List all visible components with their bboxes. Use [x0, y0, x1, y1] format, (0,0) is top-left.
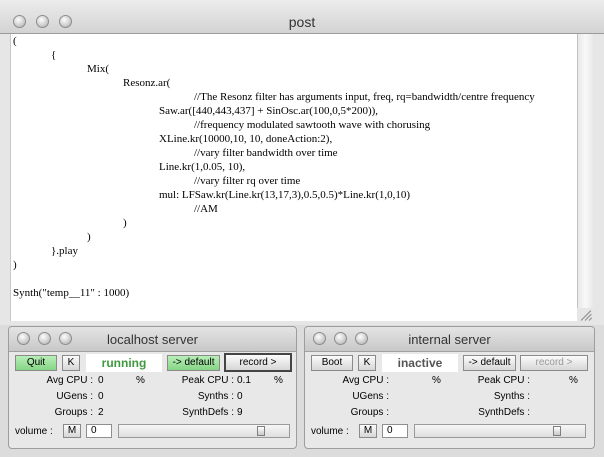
- peak-cpu-unit: %: [569, 375, 578, 386]
- synthdefs-label: SynthDefs :: [478, 407, 530, 418]
- post-titlebar[interactable]: post: [0, 0, 604, 34]
- code-line: Line.kr(1,0.05, 10),: [159, 161, 246, 173]
- code-comment: //AM: [194, 203, 218, 215]
- panel-title: internal server: [408, 332, 491, 347]
- record-button[interactable]: record >: [224, 353, 292, 372]
- internal-titlebar[interactable]: internal server: [305, 327, 594, 352]
- code-comment: //vary filter rq over time: [194, 175, 301, 187]
- code-line: Saw.ar([440,443,437] + SinOsc.ar(100,0,5…: [159, 105, 379, 117]
- status-indicator: inactive: [382, 354, 458, 372]
- groups-value: 2: [98, 407, 104, 418]
- code-line: Synth("temp__11" : 1000): [13, 287, 130, 299]
- code-line: {: [51, 49, 57, 61]
- resize-grip-icon[interactable]: [578, 307, 593, 321]
- code-comment: //frequency modulated sawtooth wave with…: [194, 119, 431, 131]
- code-comment: //vary filter bandwidth over time: [194, 147, 338, 159]
- record-button[interactable]: record >: [520, 355, 588, 371]
- code-line: ): [87, 231, 91, 243]
- code-line: ): [13, 259, 17, 271]
- avg-cpu-unit: %: [432, 375, 441, 386]
- groups-label: Groups :: [350, 407, 389, 418]
- volume-slider[interactable]: [414, 424, 586, 438]
- default-button[interactable]: -> default: [463, 355, 516, 371]
- avg-cpu-unit: %: [136, 375, 145, 386]
- boot-button[interactable]: Boot: [311, 355, 353, 371]
- synths-label: Synths :: [493, 391, 530, 402]
- default-button[interactable]: -> default: [167, 355, 220, 371]
- peak-cpu-label: Peak CPU :: [181, 375, 234, 386]
- panel-title: localhost server: [106, 332, 199, 347]
- avg-cpu-value: 0: [98, 375, 104, 386]
- localhost-server-panel: localhost server Quit K running -> defau…: [8, 326, 297, 449]
- localhost-titlebar[interactable]: localhost server: [9, 327, 296, 352]
- ugens-label: UGens :: [56, 391, 93, 402]
- peak-cpu-unit: %: [274, 375, 283, 386]
- synths-label: Synths :: [197, 391, 234, 402]
- status-indicator: running: [86, 354, 162, 372]
- volume-field[interactable]: 0: [86, 424, 112, 438]
- code-line: ): [123, 217, 127, 229]
- volume-field[interactable]: 0: [382, 424, 408, 438]
- volume-slider-thumb[interactable]: [553, 426, 561, 436]
- post-text-area[interactable]: ( { Mix( Resonz.ar( //The Resonz filter …: [10, 34, 577, 321]
- code-line: XLine.kr(10000,10, 10, doneAction:2),: [159, 133, 333, 145]
- synthdefs-label: SynthDefs :: [182, 407, 234, 418]
- quit-button[interactable]: Quit: [15, 355, 57, 371]
- post-window: post ( { Mix( Resonz.ar( //The Resonz fi…: [0, 0, 604, 325]
- code-line: mul: LFSaw.kr(Line.kr(13,17,3),0.5,0.5)*…: [159, 189, 411, 201]
- code-line: Mix(: [87, 63, 109, 75]
- avg-cpu-label: Avg CPU :: [46, 375, 94, 386]
- kill-button[interactable]: K: [62, 355, 80, 371]
- ugens-value: 0: [98, 391, 104, 402]
- volume-slider-thumb[interactable]: [257, 426, 265, 436]
- peak-cpu-value: 0.1: [237, 375, 251, 386]
- ugens-label: UGens :: [352, 391, 389, 402]
- synthdefs-value: 9: [237, 407, 243, 418]
- mute-button[interactable]: M: [63, 424, 81, 438]
- groups-label: Groups :: [54, 407, 93, 418]
- window-title: post: [288, 14, 316, 30]
- mute-button[interactable]: M: [359, 424, 377, 438]
- code-line: }.play: [51, 245, 78, 257]
- kill-button[interactable]: K: [358, 355, 376, 371]
- peak-cpu-label: Peak CPU :: [477, 375, 530, 386]
- vertical-scrollbar[interactable]: [577, 34, 593, 308]
- code-comment: //The Resonz filter has arguments input,…: [194, 91, 535, 103]
- synths-value: 0: [237, 391, 243, 402]
- avg-cpu-label: Avg CPU :: [342, 375, 390, 386]
- volume-label: volume :: [311, 426, 349, 437]
- volume-label: volume :: [15, 426, 53, 437]
- code-line: Resonz.ar(: [123, 77, 171, 89]
- code-line: (: [13, 35, 17, 47]
- volume-slider[interactable]: [118, 424, 290, 438]
- internal-server-panel: internal server Boot K inactive -> defau…: [304, 326, 595, 449]
